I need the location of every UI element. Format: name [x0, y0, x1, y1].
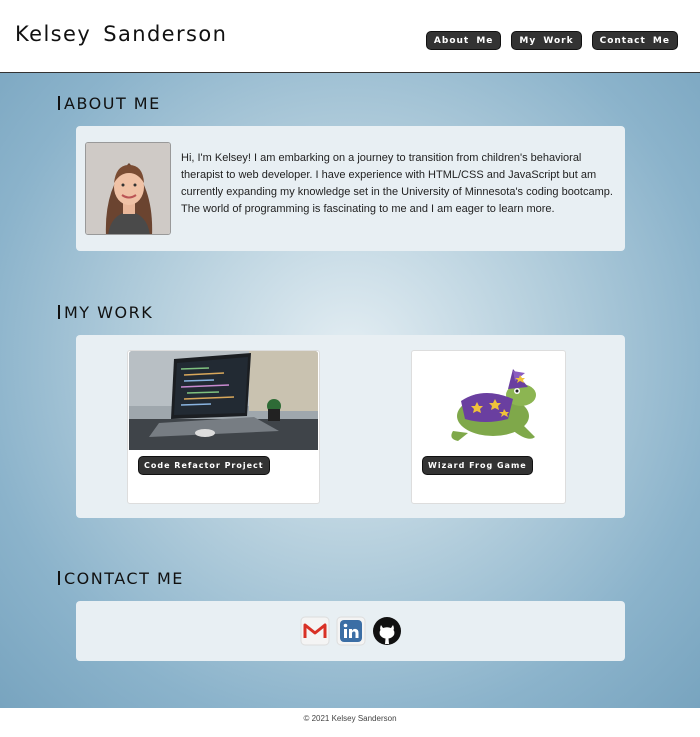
work-heading: MY WORK	[58, 303, 153, 322]
work-heading-text: MY WORK	[64, 303, 154, 322]
main-nav: About Me My Work Contact Me	[425, 31, 678, 50]
about-panel: Hi, I'm Kelsey! I am embarking on a jour…	[76, 126, 625, 251]
contact-heading-text: CONTACT ME	[64, 569, 184, 588]
site-title: Kelsey Sanderson	[15, 22, 228, 46]
work-panel: Code Refactor Project Wizard Frog Game	[76, 335, 625, 518]
site-header: Kelsey Sanderson About Me My Work Contac…	[0, 0, 700, 73]
project-card: Wizard Frog Game	[411, 350, 566, 504]
project-card: Code Refactor Project	[127, 350, 320, 504]
about-text: Hi, I'm Kelsey! I am embarking on a jour…	[181, 152, 613, 215]
nav-work-button[interactable]: My Work	[511, 31, 582, 50]
heading-bar	[58, 571, 60, 585]
laptop-code-image[interactable]	[129, 351, 318, 450]
wizard-frog-button[interactable]: Wizard Frog Game	[422, 456, 533, 475]
footer: © 2021 Kelsey Sanderson	[0, 708, 700, 737]
contact-panel	[76, 601, 625, 661]
gmail-icon[interactable]	[300, 616, 330, 646]
nav-about-button[interactable]: About Me	[425, 31, 502, 50]
linkedin-icon[interactable]	[336, 616, 366, 646]
heading-bar	[58, 305, 60, 319]
wizard-frog-image[interactable]	[413, 351, 564, 450]
github-icon[interactable]	[372, 616, 402, 646]
heading-bar	[58, 96, 60, 110]
about-heading-text: ABOUT ME	[64, 94, 161, 113]
nav-contact-button[interactable]: Contact Me	[591, 31, 678, 50]
code-refactor-button[interactable]: Code Refactor Project	[138, 456, 270, 475]
profile-photo	[85, 142, 171, 235]
contact-heading: CONTACT ME	[58, 569, 184, 588]
about-heading: ABOUT ME	[58, 94, 161, 113]
main-content: ABOUT ME Hi, I'm Kelsey! I am embarking …	[0, 73, 700, 708]
copyright-text: © 2021 Kelsey Sanderson	[303, 714, 397, 723]
